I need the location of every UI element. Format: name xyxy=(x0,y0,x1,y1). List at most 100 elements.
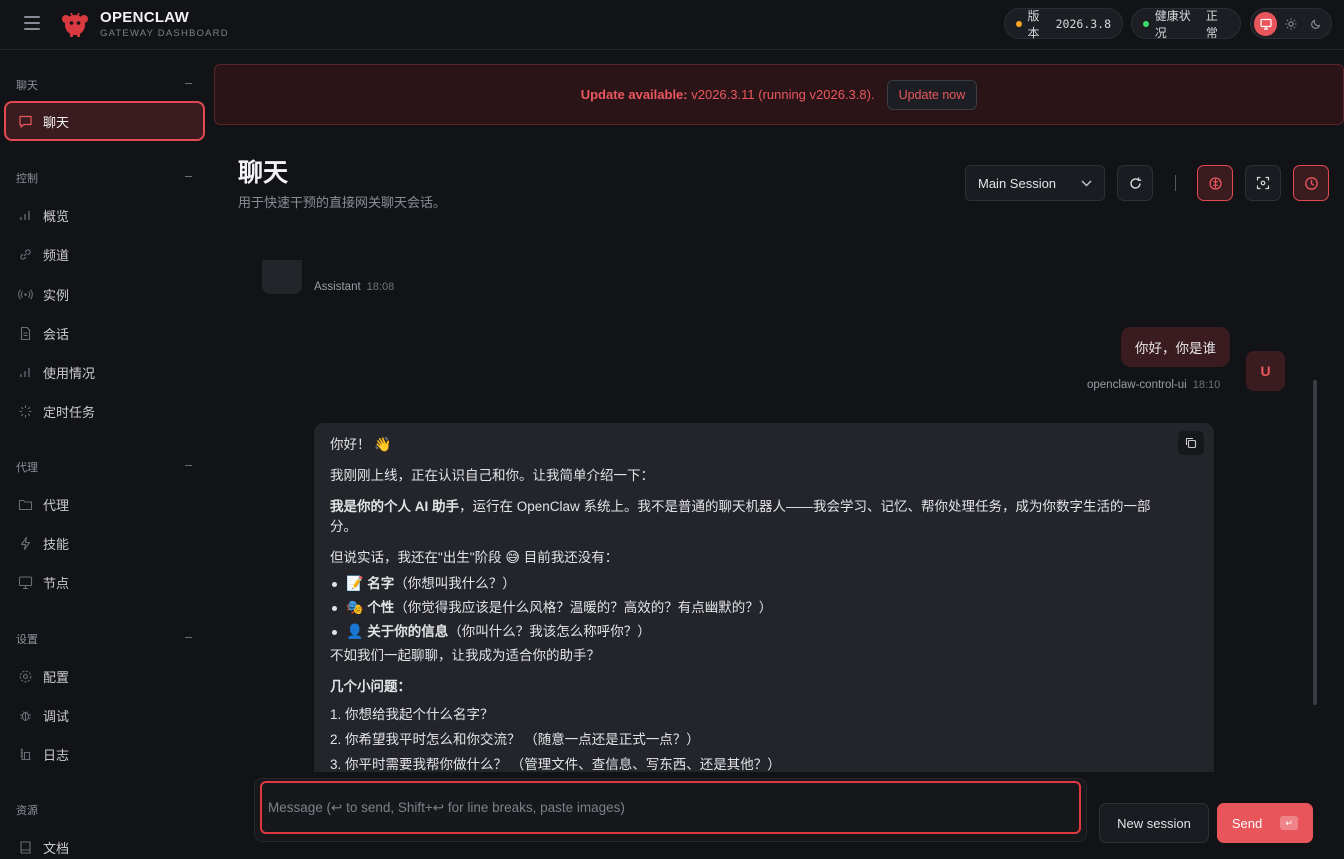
brain-icon xyxy=(1208,176,1222,190)
section-title-chat: 聊天 xyxy=(16,80,38,92)
focus-mode-button[interactable] xyxy=(1245,165,1281,201)
update-banner: Update available: v2026.3.11 (running v2… xyxy=(214,64,1344,125)
focus-icon xyxy=(1256,176,1270,190)
version-badge: 版本 2026.3.8 xyxy=(1004,8,1123,40)
sidebar-item-label: 配置 xyxy=(43,669,70,685)
greeting-line: 你好！ 👋 xyxy=(330,437,392,453)
theme-switcher xyxy=(1250,8,1332,39)
section-collapse-control[interactable] xyxy=(185,176,192,177)
list-item: 2. 你希望我平时怎么和你交流？ （随意一点还是正式一点？） xyxy=(330,732,700,747)
bug-icon xyxy=(20,710,31,721)
sidebar-item-channels[interactable]: 频道 xyxy=(4,234,205,274)
sidebar-item-skills[interactable]: 技能 xyxy=(4,523,205,563)
refresh-button[interactable] xyxy=(1117,165,1153,201)
user-silhouette-icon: 👤 xyxy=(346,624,364,640)
sidebar: 聊天 聊天 控制 概览 频道 实例 会话 使用情况 定时任务 代理 代理 技能 xyxy=(0,50,214,859)
assistant-avatar xyxy=(262,260,302,294)
copy-message-button[interactable] xyxy=(1178,431,1204,455)
assistant-message-meta: Assistant 18:08 xyxy=(314,281,395,293)
theme-system-button[interactable] xyxy=(1254,11,1278,36)
section-title-agents: 代理 xyxy=(16,462,38,474)
sidebar-item-agents[interactable]: 代理 xyxy=(4,484,205,524)
section-collapse-chat[interactable] xyxy=(185,83,192,84)
section-collapse-settings[interactable] xyxy=(185,637,192,638)
missing-info-list: 📝 名字（你想叫我什么？） 🎭 个性（你觉得我应该是什么风格？温暖的？高效的？有… xyxy=(330,574,1198,642)
session-select-value: Main Session xyxy=(978,175,1057,191)
assistant-message-bubble: 你好！ 👋 我刚刚上线，正在认识自己和你。让我简单介绍一下： 我是你的个人 AI… xyxy=(314,423,1214,772)
section-title-control: 控制 xyxy=(16,173,38,185)
questions-title: 几个小问题： xyxy=(330,679,411,694)
lightning-icon xyxy=(20,536,31,550)
sweat-smile-icon: 😅 xyxy=(505,550,520,566)
list-item: 3. 你平时需要我帮你做什么？ （管理文件、查信息、写东西、还是其他？） xyxy=(330,757,781,772)
book-icon xyxy=(20,840,31,854)
new-session-button[interactable]: New session xyxy=(1099,803,1209,843)
theme-dark-button[interactable] xyxy=(1305,12,1328,36)
chat-icon xyxy=(19,115,32,128)
session-select[interactable]: Main Session xyxy=(965,165,1105,201)
brand-name: OPENCLAW xyxy=(100,9,190,26)
sidebar-item-nodes[interactable]: 节点 xyxy=(4,562,205,602)
menu-icon[interactable] xyxy=(24,16,40,30)
folder-icon xyxy=(18,499,33,510)
enter-key-icon: ↵ xyxy=(1280,816,1299,830)
chat-thread[interactable]: Assistant 18:08 你好，你是谁 U openclaw-control… xyxy=(214,220,1344,772)
top-bar: OPENCLAW GATEWAY DASHBOARD 版本 2026.3.8 健… xyxy=(0,0,1344,50)
sun-icon xyxy=(1285,18,1297,29)
update-banner-text: Update available: v2026.3.11 (running v2… xyxy=(580,87,875,102)
sidebar-item-label: 实例 xyxy=(43,287,70,303)
memo-icon: 📝 xyxy=(346,576,364,592)
section-title-resources: 资源 xyxy=(16,805,38,817)
sidebar-item-label: 概览 xyxy=(43,208,70,224)
chat-scrollbar[interactable] xyxy=(1313,380,1317,705)
list-item: 📝 名字（你想叫我什么？） xyxy=(330,574,1198,594)
copy-icon xyxy=(1185,437,1197,449)
sidebar-item-label: 代理 xyxy=(43,497,70,513)
user-message-meta: openclaw-control-ui 18:10 xyxy=(1087,379,1221,391)
user-message-bubble: 你好，你是谁 xyxy=(1121,327,1230,367)
log-icon xyxy=(20,748,31,760)
section-collapse-agents[interactable] xyxy=(185,465,192,466)
broadcast-icon xyxy=(18,288,33,300)
health-badge: 健康状况 正常 xyxy=(1131,8,1241,40)
sidebar-item-sessions[interactable]: 会话 xyxy=(4,313,205,353)
version-status-dot xyxy=(1016,20,1022,27)
list-item: 🎭 个性（你觉得我应该是什么风格？温暖的？高效的？有点幽默的？） xyxy=(330,598,1198,618)
send-button[interactable]: Send ↵ xyxy=(1217,803,1313,843)
sidebar-item-usage[interactable]: 使用情况 xyxy=(4,352,205,392)
intro-line: 我刚刚上线，正在认识自己和你。让我简单介绍一下： xyxy=(330,468,654,483)
document-icon xyxy=(20,326,31,340)
update-now-button[interactable]: Update now xyxy=(886,79,978,110)
theme-light-button[interactable] xyxy=(1279,12,1302,36)
message-input[interactable] xyxy=(260,781,1081,834)
gear-icon xyxy=(19,670,32,682)
list-item: 👤 关于你的信息（你叫什么？我该怎么称呼你？） xyxy=(330,622,1198,642)
brand-subtitle: GATEWAY DASHBOARD xyxy=(100,28,229,39)
sidebar-item-label: 聊天 xyxy=(43,114,70,130)
sidebar-item-overview[interactable]: 概览 xyxy=(4,195,205,235)
health-status-dot xyxy=(1143,20,1149,27)
questions-list: 1. 你想给我起个什么名字？ 2. 你希望我平时怎么和你交流？ （随意一点还是正… xyxy=(330,705,1198,772)
sidebar-item-label: 频道 xyxy=(43,247,70,263)
monitor-icon xyxy=(18,575,33,589)
sidebar-item-debug[interactable]: 调试 xyxy=(4,695,205,735)
sidebar-item-docs[interactable]: 文档 xyxy=(4,827,205,859)
thinking-toggle-button[interactable] xyxy=(1197,165,1233,201)
sidebar-item-label: 调试 xyxy=(43,708,70,724)
sidebar-item-chat[interactable]: 聊天 xyxy=(4,101,205,141)
sidebar-item-logs[interactable]: 日志 xyxy=(4,734,205,774)
sidebar-item-label: 节点 xyxy=(43,575,70,591)
history-button[interactable] xyxy=(1293,165,1329,201)
sidebar-item-instances[interactable]: 实例 xyxy=(4,274,205,314)
send-button-label: Send xyxy=(1231,815,1263,831)
birth-line: 但说实话，我还在"出生"阶段 😅 目前我还没有： xyxy=(330,550,619,566)
list-item: 1. 你想给我起个什么名字？ xyxy=(330,707,494,722)
clock-icon xyxy=(1304,176,1318,190)
sidebar-item-label: 使用情况 xyxy=(43,365,96,381)
sidebar-item-config[interactable]: 配置 xyxy=(4,656,205,696)
loader-icon xyxy=(19,405,32,417)
sidebar-item-cron[interactable]: 定时任务 xyxy=(4,391,205,431)
theater-masks-icon: 🎭 xyxy=(346,600,364,616)
user-avatar: U xyxy=(1246,351,1285,391)
moon-icon xyxy=(1311,19,1321,29)
